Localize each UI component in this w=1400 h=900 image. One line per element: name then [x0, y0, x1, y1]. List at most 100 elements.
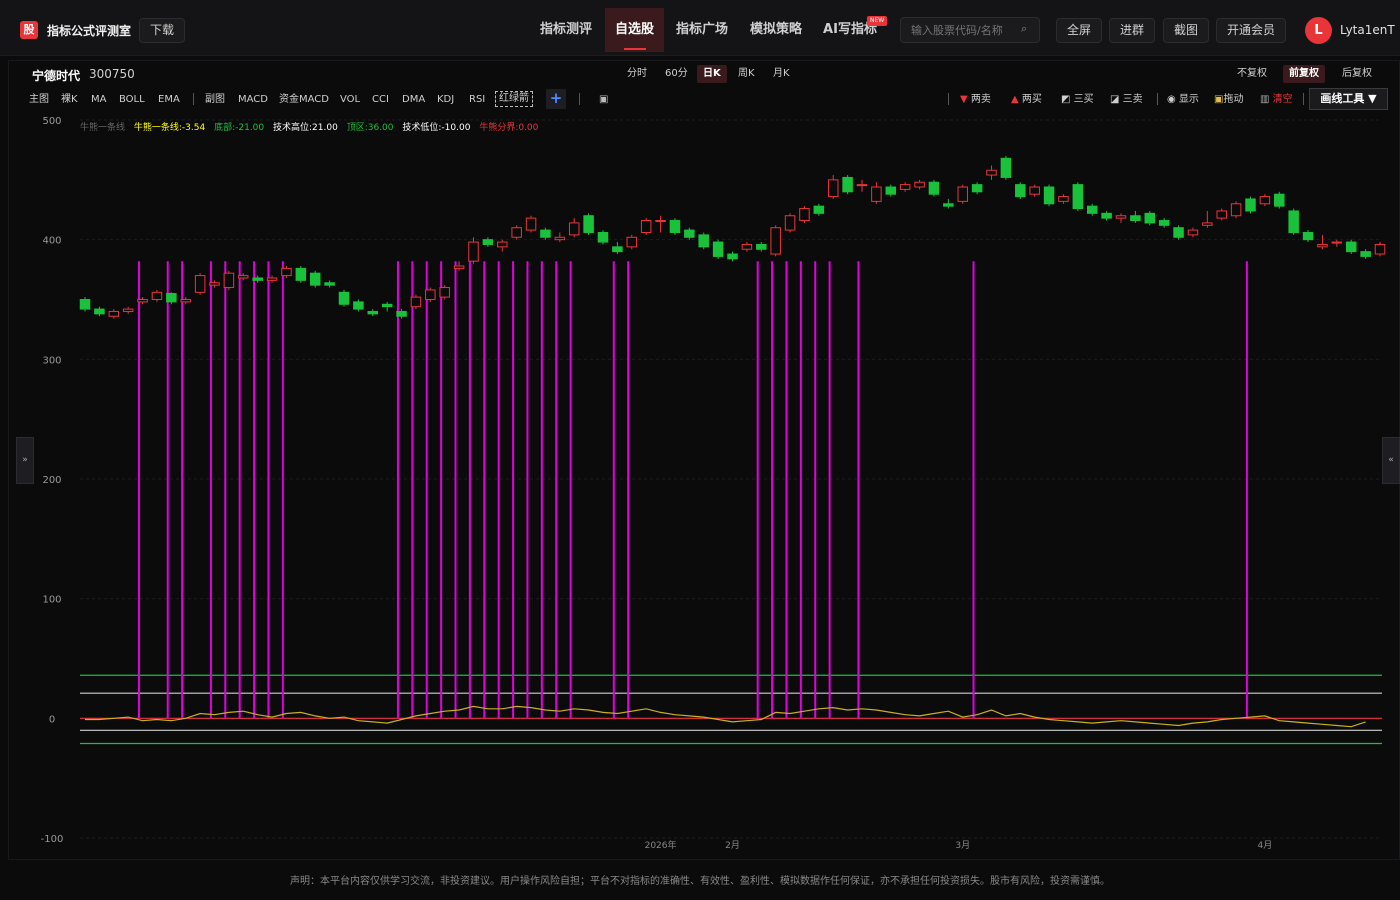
period-60min[interactable]: 60分	[659, 65, 694, 83]
username[interactable]: Lyta1enT	[1340, 23, 1395, 37]
tool-clear[interactable]: ▥ 清空	[1260, 93, 1293, 107]
y-tick-label: 500	[42, 116, 61, 127]
indicator-red-green-arrow[interactable]: 红绿箭	[495, 91, 533, 107]
candle-body	[410, 296, 422, 308]
nav-indicator-review[interactable]: 指标测评	[530, 8, 602, 52]
trash-icon: ▥	[1260, 94, 1270, 105]
legend-item: 技术高位:21.00	[273, 123, 338, 133]
candle-body	[166, 293, 177, 303]
indicator-ema[interactable]: EMA	[158, 93, 180, 107]
candle-body	[209, 282, 220, 286]
nav-indicator-plaza[interactable]: 指标广场	[666, 8, 738, 52]
nav-sim-strategy[interactable]: 模拟策略	[740, 8, 812, 52]
legend-item: 牛熊一条线:-3.54	[133, 123, 206, 133]
candle-body	[784, 215, 796, 231]
candle-body	[986, 169, 997, 176]
y-tick-label: 300	[42, 355, 61, 366]
legend-item: 顶区:36.00	[346, 123, 394, 133]
candle-body	[813, 205, 825, 214]
fullscreen-button[interactable]: 全屏	[1056, 18, 1103, 43]
tool-two-buy[interactable]: ▲ 两买	[1011, 93, 1042, 107]
candle-body	[871, 186, 882, 202]
candle-body	[626, 236, 638, 248]
candle-body	[928, 181, 940, 195]
membership-button[interactable]: 开通会员	[1216, 18, 1287, 43]
indicator-dma[interactable]: DMA	[402, 93, 425, 107]
candle-body	[1345, 241, 1357, 253]
period-intraday[interactable]: 分时	[621, 65, 653, 83]
candle-body	[122, 308, 134, 312]
candle-body	[655, 220, 666, 223]
period-monthly[interactable]: 月K	[767, 65, 796, 83]
tool-three-sell[interactable]: ◪ 三卖	[1110, 93, 1143, 107]
candle-body	[238, 275, 249, 279]
adjust-forward[interactable]: 前复权	[1283, 65, 1325, 83]
candle-body	[842, 176, 853, 193]
legend-item: 牛熊分界:0.00	[479, 123, 539, 133]
adjust-none[interactable]: 不复权	[1231, 65, 1273, 83]
candle-body	[1259, 196, 1271, 205]
candle-body	[1245, 198, 1256, 212]
search-icon[interactable]: ⌕	[1021, 22, 1027, 36]
candle-body	[1374, 243, 1386, 255]
search-input[interactable]	[900, 17, 1040, 43]
nav-watchlist[interactable]: 自选股	[605, 8, 664, 52]
tool-show[interactable]: ◉ 显示	[1167, 93, 1199, 107]
candle-body	[453, 265, 465, 269]
candle-body	[597, 231, 609, 243]
tool-two-sell[interactable]: ▼ 两卖	[960, 93, 991, 107]
candle-body	[353, 301, 364, 310]
x-tick-label: 2026年	[645, 839, 677, 851]
candle-body	[1202, 222, 1213, 226]
divider	[193, 93, 194, 105]
indicator-vol[interactable]: VOL	[340, 93, 360, 107]
candle-body	[1302, 231, 1314, 241]
candle-body	[1216, 210, 1227, 219]
candle-body	[1043, 186, 1055, 205]
period-weekly[interactable]: 周K	[732, 65, 761, 83]
candle-body	[309, 272, 321, 286]
indicator-ma[interactable]: MA	[91, 93, 106, 107]
candle-body	[396, 310, 407, 317]
tool-three-buy[interactable]: ◩ 三买	[1061, 93, 1094, 107]
stock-name: 宁德时代	[32, 69, 81, 83]
indicator-fund-macd[interactable]: 资金MACD	[279, 93, 329, 107]
candle-body	[94, 308, 105, 315]
screenshot-button[interactable]: 截图	[1163, 18, 1210, 43]
candle-body	[151, 291, 163, 301]
nav-ai-indicator[interactable]: AI写指标	[814, 8, 886, 52]
candle-body	[943, 203, 954, 207]
candle-body	[698, 234, 709, 248]
save-icon[interactable]: ▣	[599, 93, 608, 107]
download-button[interactable]: 下载	[139, 18, 186, 43]
candle-body	[971, 184, 983, 193]
indicator-boll[interactable]: BOLL	[119, 93, 145, 107]
candlestick-chart[interactable]: 500 400 300 200 100 0 -100 2026年 2月 3月 4月	[20, 112, 1390, 852]
draw-tool-button[interactable]: 画线工具 ▼	[1309, 88, 1388, 110]
join-group-button[interactable]: 进群	[1109, 18, 1156, 43]
avatar[interactable]: L	[1305, 17, 1332, 44]
candle-body	[1101, 212, 1112, 219]
candle-body	[568, 222, 580, 236]
adjust-backward[interactable]: 后复权	[1336, 65, 1378, 83]
candle-body	[180, 299, 191, 303]
legend-item: 底部:-21.00	[214, 123, 265, 133]
candle-body	[295, 267, 307, 281]
indicator-rsi[interactable]: RSI	[469, 93, 485, 107]
candle-body	[439, 287, 450, 298]
indicator-kdj[interactable]: KDJ	[437, 93, 454, 107]
indicator-macd[interactable]: MACD	[238, 93, 268, 107]
app-title: 指标公式评测室	[47, 24, 132, 38]
tool-drag[interactable]: ▣拖动	[1214, 93, 1243, 107]
candle-body	[1331, 241, 1343, 244]
candle-body	[338, 291, 350, 305]
app-logo: 股	[20, 21, 38, 39]
period-daily[interactable]: 日K	[697, 65, 727, 83]
candle-body	[1144, 212, 1156, 224]
candle-body	[367, 310, 379, 315]
candle-body	[1130, 215, 1141, 222]
add-indicator-button[interactable]: +	[546, 89, 566, 109]
candle-body	[482, 239, 494, 245]
indicator-cci[interactable]: CCI	[372, 93, 389, 107]
indicator-bare-k[interactable]: 裸K	[61, 93, 78, 107]
